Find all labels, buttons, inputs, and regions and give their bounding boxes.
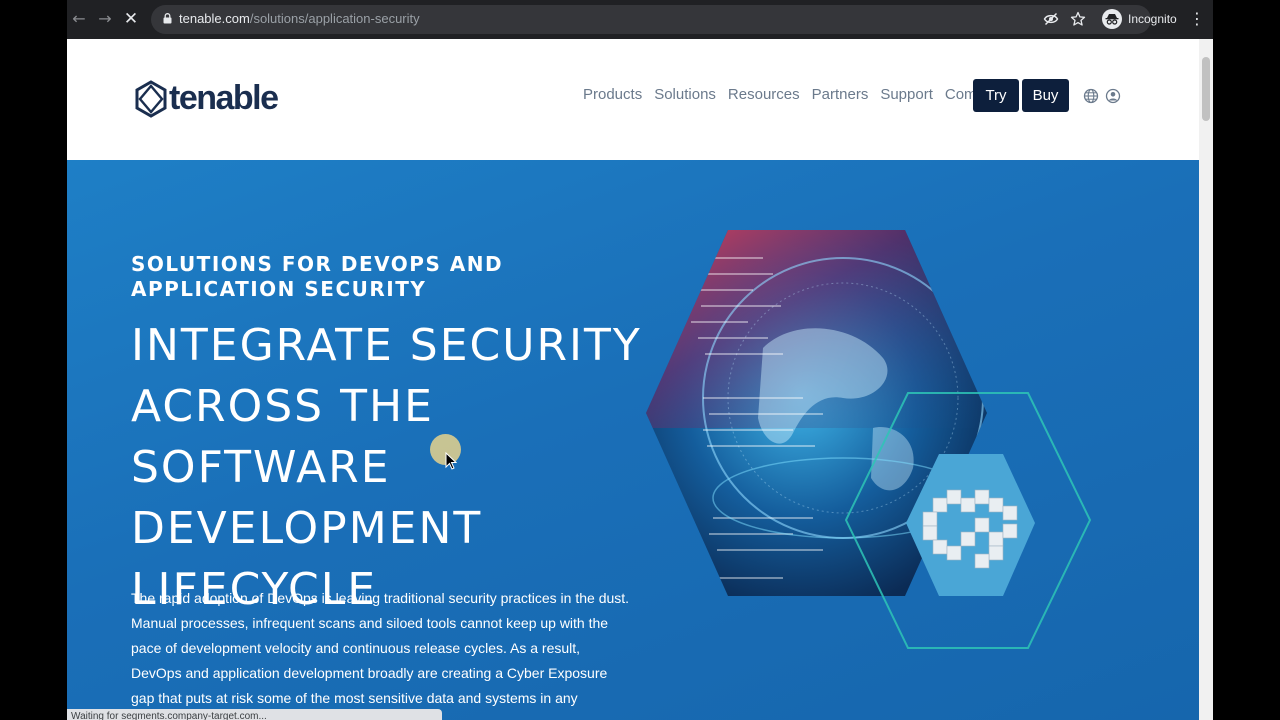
scroll-thumb[interactable]: [1202, 57, 1210, 121]
logo-text: tenable: [169, 79, 279, 117]
hero-section: SOLUTIONS FOR DEVOPS AND APPLICATION SEC…: [67, 160, 1199, 720]
user-icon[interactable]: [1105, 88, 1121, 104]
hero-eyebrow: SOLUTIONS FOR DEVOPS AND APPLICATION SEC…: [131, 252, 504, 301]
nav-resources[interactable]: Resources: [728, 86, 800, 103]
page-scrollbar[interactable]: [1199, 39, 1213, 720]
forward-arrow-icon[interactable]: →: [95, 9, 115, 29]
back-arrow-icon[interactable]: ←: [69, 9, 89, 29]
letterbox-right: [1213, 0, 1280, 720]
nav-products[interactable]: Products: [583, 86, 642, 103]
globe-icon[interactable]: [1083, 88, 1099, 104]
site-header: tenable Products Solutions Resources Par…: [67, 39, 1199, 160]
more-icon[interactable]: ⋮: [1189, 9, 1205, 29]
url-path: /solutions/application-security: [249, 11, 420, 26]
hero-hexagon-graphic: [646, 230, 1092, 649]
buy-button[interactable]: Buy: [1022, 79, 1069, 112]
try-button[interactable]: Try: [973, 79, 1019, 112]
star-icon[interactable]: [1070, 11, 1086, 27]
browser-toolbar: ← → ✕ tenable.com/solutions/application-…: [67, 0, 1213, 39]
incognito-badge[interactable]: Incognito: [1102, 6, 1177, 32]
page-viewport: tenable Products Solutions Resources Par…: [67, 39, 1213, 720]
lock-icon: [163, 13, 172, 24]
tenable-logo-icon: [135, 79, 167, 118]
nav-support[interactable]: Support: [880, 86, 933, 103]
address-bar[interactable]: tenable.com/solutions/application-securi…: [151, 5, 1151, 34]
url-text: tenable.com/solutions/application-securi…: [179, 11, 420, 26]
main-nav: Products Solutions Resources Partners Su…: [583, 86, 1021, 103]
mouse-pointer-icon: [445, 452, 457, 470]
status-text: Waiting for segments.company-target.com.…: [71, 711, 267, 720]
nav-partners[interactable]: Partners: [812, 86, 869, 103]
letterbox-left: [0, 0, 67, 720]
status-bubble: Waiting for segments.company-target.com.…: [67, 709, 442, 720]
eye-off-icon[interactable]: [1043, 11, 1059, 27]
nav-solutions[interactable]: Solutions: [654, 86, 716, 103]
hero-body: The rapid adoption of DevOps is leaving …: [131, 590, 630, 720]
url-domain: tenable.com: [179, 11, 250, 26]
incognito-label: Incognito: [1128, 12, 1177, 26]
stop-icon[interactable]: ✕: [121, 9, 141, 29]
tenable-logo[interactable]: tenable: [134, 79, 279, 118]
incognito-icon: [1102, 9, 1122, 29]
hero-title: INTEGRATE SECURITY ACROSS THE SOFTWARE D…: [131, 320, 642, 615]
